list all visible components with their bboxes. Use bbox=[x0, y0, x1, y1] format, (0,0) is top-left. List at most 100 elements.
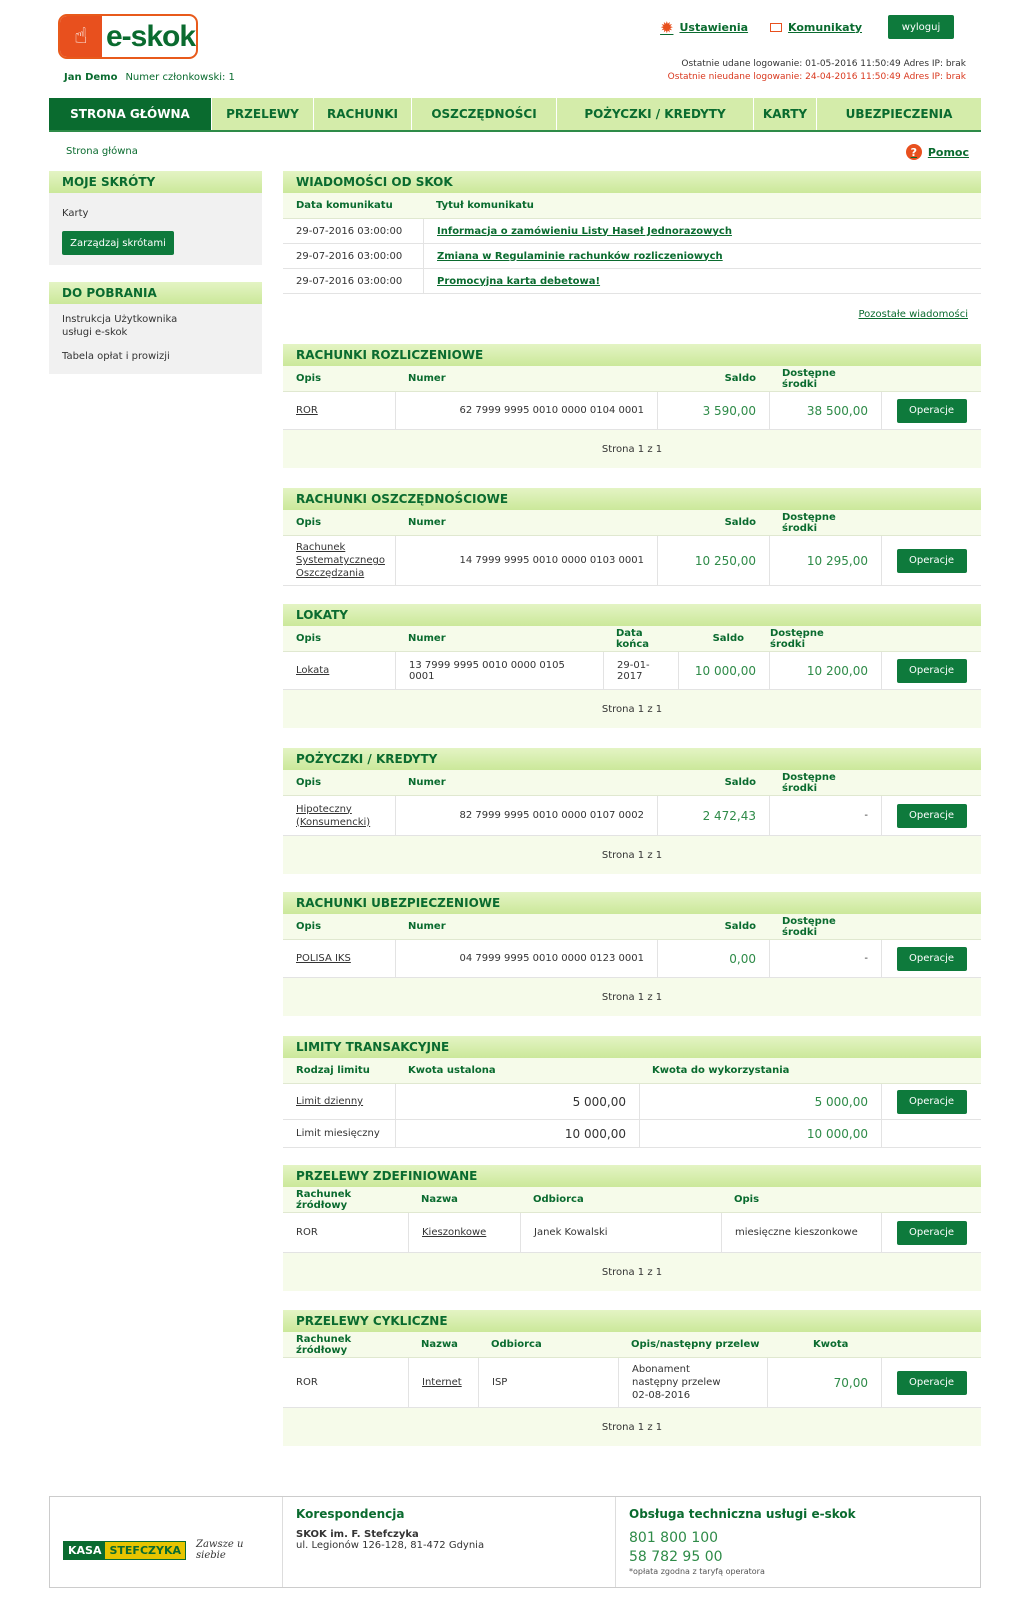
news-row: 29-07-2016 03:00:00 Informacja o zamówien… bbox=[283, 219, 981, 244]
downloads-box: DO POBRANIA Instrukcja Użytkownika usług… bbox=[49, 282, 262, 374]
correspondence-title: Korespondencja bbox=[296, 1507, 405, 1521]
user-info: Jan Demo Numer członkowski: 1 bbox=[64, 72, 235, 83]
footer-support: Obsługa techniczna usługi e-skok 801 800… bbox=[616, 1497, 980, 1587]
col-dostepne: Dostępne środki bbox=[782, 915, 836, 938]
help-label: Pomoc bbox=[927, 145, 969, 159]
news-link[interactable]: Zmiana w Regulaminie rachunków rozliczen… bbox=[423, 244, 736, 268]
footer-correspondence: Korespondencja SKOK im. F. Stefczyka ul.… bbox=[283, 1497, 616, 1587]
balance: 10 000,00 bbox=[678, 652, 769, 689]
limits-header: Rodzaj limitu Kwota ustalona Kwota do wyko… bbox=[283, 1058, 981, 1084]
phone-1: 801 800 100 bbox=[629, 1530, 719, 1546]
set-amount: 5 000,00 bbox=[395, 1084, 639, 1119]
col-dostepne: Dostępne środki bbox=[782, 511, 836, 534]
col-amount: Kwota bbox=[813, 1339, 849, 1350]
phone-note: *opłata zgodna z taryfą operatora bbox=[629, 1567, 765, 1576]
settings-link[interactable]: ✹ Ustawienia bbox=[660, 18, 748, 37]
col-dostepne: Dostępne środki bbox=[770, 627, 824, 650]
limit-link[interactable]: Limit dzienny bbox=[283, 1084, 395, 1119]
account-link[interactable]: ROR bbox=[283, 392, 395, 429]
col-title: Tytuł komunikatu bbox=[436, 200, 534, 211]
col-dostepne: Dostępne środki bbox=[782, 367, 836, 390]
footer: KASA STEFCZYKA Zawsze u siebie Koresponden… bbox=[49, 1496, 981, 1588]
menu-savings[interactable]: OSZCZĘDNOŚCI bbox=[412, 98, 557, 130]
menu-transfers[interactable]: PRZELEWY bbox=[212, 98, 314, 130]
cyclic-row: ROR Internet ISP Abonament następny przel… bbox=[283, 1358, 981, 1408]
col-name: Nazwa bbox=[421, 1194, 458, 1205]
news-date: 29-07-2016 03:00:00 bbox=[296, 225, 403, 237]
top-nav: ✹ Ustawienia Komunikaty wyloguj bbox=[638, 15, 954, 39]
account-link[interactable]: POLISA IKS bbox=[283, 940, 395, 977]
transfer-name-link[interactable]: Kieszonkowe bbox=[408, 1213, 520, 1252]
account-link[interactable]: Rachunek Systematycznego Oszczędzania bbox=[283, 536, 395, 585]
operations-button[interactable]: Operacje bbox=[896, 658, 967, 683]
operations-button[interactable]: Operacje bbox=[896, 1220, 967, 1245]
operations-button[interactable]: Operacje bbox=[896, 548, 967, 573]
messages-link[interactable]: Komunikaty bbox=[770, 21, 862, 34]
phone-2: 58 782 95 00 bbox=[629, 1549, 723, 1565]
menu-insurance[interactable]: UBEZPIECZENIA bbox=[817, 98, 981, 130]
menu-home[interactable]: STRONA GŁÓWNA bbox=[49, 98, 212, 130]
operations-button[interactable]: Operacje bbox=[896, 1089, 967, 1114]
col-recipient: Odbiorca bbox=[491, 1339, 542, 1350]
cyclic-transfers-panel: PRZELEWY CYKLICZNE Rachunek źródłowy Nazw… bbox=[283, 1310, 981, 1446]
end-date: 29-01-2017 bbox=[603, 652, 678, 689]
loans-header: Opis Numer Saldo Dostępne środki bbox=[283, 770, 981, 796]
insurance-panel: RACHUNKI UBEZPIECZENIOWE Opis Numer Saldo D… bbox=[283, 892, 981, 1016]
insurance-title: RACHUNKI UBEZPIECZENIOWE bbox=[283, 892, 981, 914]
col-numer: Numer bbox=[408, 921, 446, 932]
news-title: WIADOMOŚCI OD SKOK bbox=[283, 171, 981, 193]
col-name: Nazwa bbox=[421, 1339, 458, 1350]
limit-row: Limit miesięczny 10 000,00 10 000,00 bbox=[283, 1120, 981, 1148]
menu-loans[interactable]: POŻYCZKI / KREDYTY bbox=[557, 98, 754, 130]
operations-button[interactable]: Operacje bbox=[896, 1370, 967, 1395]
col-numer: Numer bbox=[408, 373, 446, 384]
logout-button[interactable]: wyloguj bbox=[888, 15, 954, 39]
defined-header: Rachunek źródłowy Nazwa Odbiorca Opis bbox=[283, 1187, 981, 1213]
operations-button[interactable]: Operacje bbox=[896, 398, 967, 423]
operations-button[interactable]: Operacje bbox=[896, 803, 967, 828]
account-number: 14 7999 9995 0010 0000 0103 0001 bbox=[395, 536, 657, 585]
help-link[interactable]: ? Pomoc bbox=[905, 144, 969, 160]
main-menu: STRONA GŁÓWNA PRZELEWY RACHUNKI OSZCZĘDN… bbox=[49, 98, 981, 132]
col-opis: Opis bbox=[296, 921, 322, 932]
balance: 3 590,00 bbox=[657, 392, 769, 429]
pager: Strona 1 z 1 bbox=[283, 978, 981, 1016]
col-dostepne: Dostępne środki bbox=[782, 771, 836, 794]
news-panel: WIADOMOŚCI OD SKOK Data komunikatu Tytuł … bbox=[283, 171, 981, 320]
col-opis: Opis bbox=[296, 373, 322, 384]
manage-shortcuts-button[interactable]: Zarządzaj skrótami bbox=[62, 231, 174, 255]
news-link[interactable]: Informacja o zamówieniu Listy Haseł Jedn… bbox=[423, 219, 745, 243]
news-link[interactable]: Promocyjna karta debetowa! bbox=[423, 269, 613, 293]
savings-row: Rachunek Systematycznego Oszczędzania 14… bbox=[283, 536, 981, 586]
pager: Strona 1 z 1 bbox=[283, 1408, 981, 1446]
savings-header: Opis Numer Saldo Dostępne środki bbox=[283, 510, 981, 536]
loans-panel: POŻYCZKI / KREDYTY Opis Numer Saldo Dostępn… bbox=[283, 748, 981, 874]
news-header: Data komunikatu Tytuł komunikatu bbox=[283, 193, 981, 219]
more-news-link[interactable]: Pozostałe wiadomości bbox=[283, 294, 981, 320]
col-saldo: Saldo bbox=[724, 921, 756, 932]
limits-panel: LIMITY TRANSAKCYJNE Rodzaj limitu Kwota u… bbox=[283, 1036, 981, 1148]
download-manual[interactable]: Instrukcja Użytkownika usługi e-skok bbox=[49, 313, 209, 339]
insurance-row: POLISA IKS 04 7999 9995 0010 0000 0123 0… bbox=[283, 940, 981, 978]
shortcuts-title: MOJE SKRÓTY bbox=[49, 171, 262, 193]
eskok-logo[interactable]: ☝ e-skok bbox=[58, 14, 198, 59]
deposits-panel: LOKATY Opis Numer Data końca Saldo Dostępne … bbox=[283, 604, 981, 728]
balance: 2 472,43 bbox=[657, 796, 769, 835]
download-fees[interactable]: Tabela opłat i prowizji bbox=[49, 350, 262, 363]
shortcuts-box: MOJE SKRÓTY Karty Zarządzaj skrótami bbox=[49, 171, 262, 265]
kasa-stefczyka-logo: KASA STEFCZYKA bbox=[63, 1540, 186, 1560]
slogan: Zawsze u siebie bbox=[196, 1539, 244, 1561]
savings-title: RACHUNKI OSZCZĘDNOŚCIOWE bbox=[283, 488, 981, 510]
transfer-name-link[interactable]: Internet bbox=[408, 1358, 478, 1407]
account-link[interactable]: Lokata bbox=[283, 652, 395, 689]
account-link[interactable]: Hipoteczny (Konsumencki) bbox=[283, 796, 395, 835]
available-funds: 10 200,00 bbox=[769, 652, 881, 689]
downloads-title: DO POBRANIA bbox=[49, 282, 262, 304]
menu-accounts[interactable]: RACHUNKI bbox=[314, 98, 412, 130]
breadcrumb[interactable]: Strona główna bbox=[66, 146, 138, 157]
col-recipient: Odbiorca bbox=[533, 1194, 584, 1205]
shortcut-cards[interactable]: Karty bbox=[49, 207, 262, 220]
brand-part: KASA bbox=[64, 1541, 106, 1559]
menu-cards[interactable]: KARTY bbox=[754, 98, 817, 130]
operations-button[interactable]: Operacje bbox=[896, 946, 967, 971]
